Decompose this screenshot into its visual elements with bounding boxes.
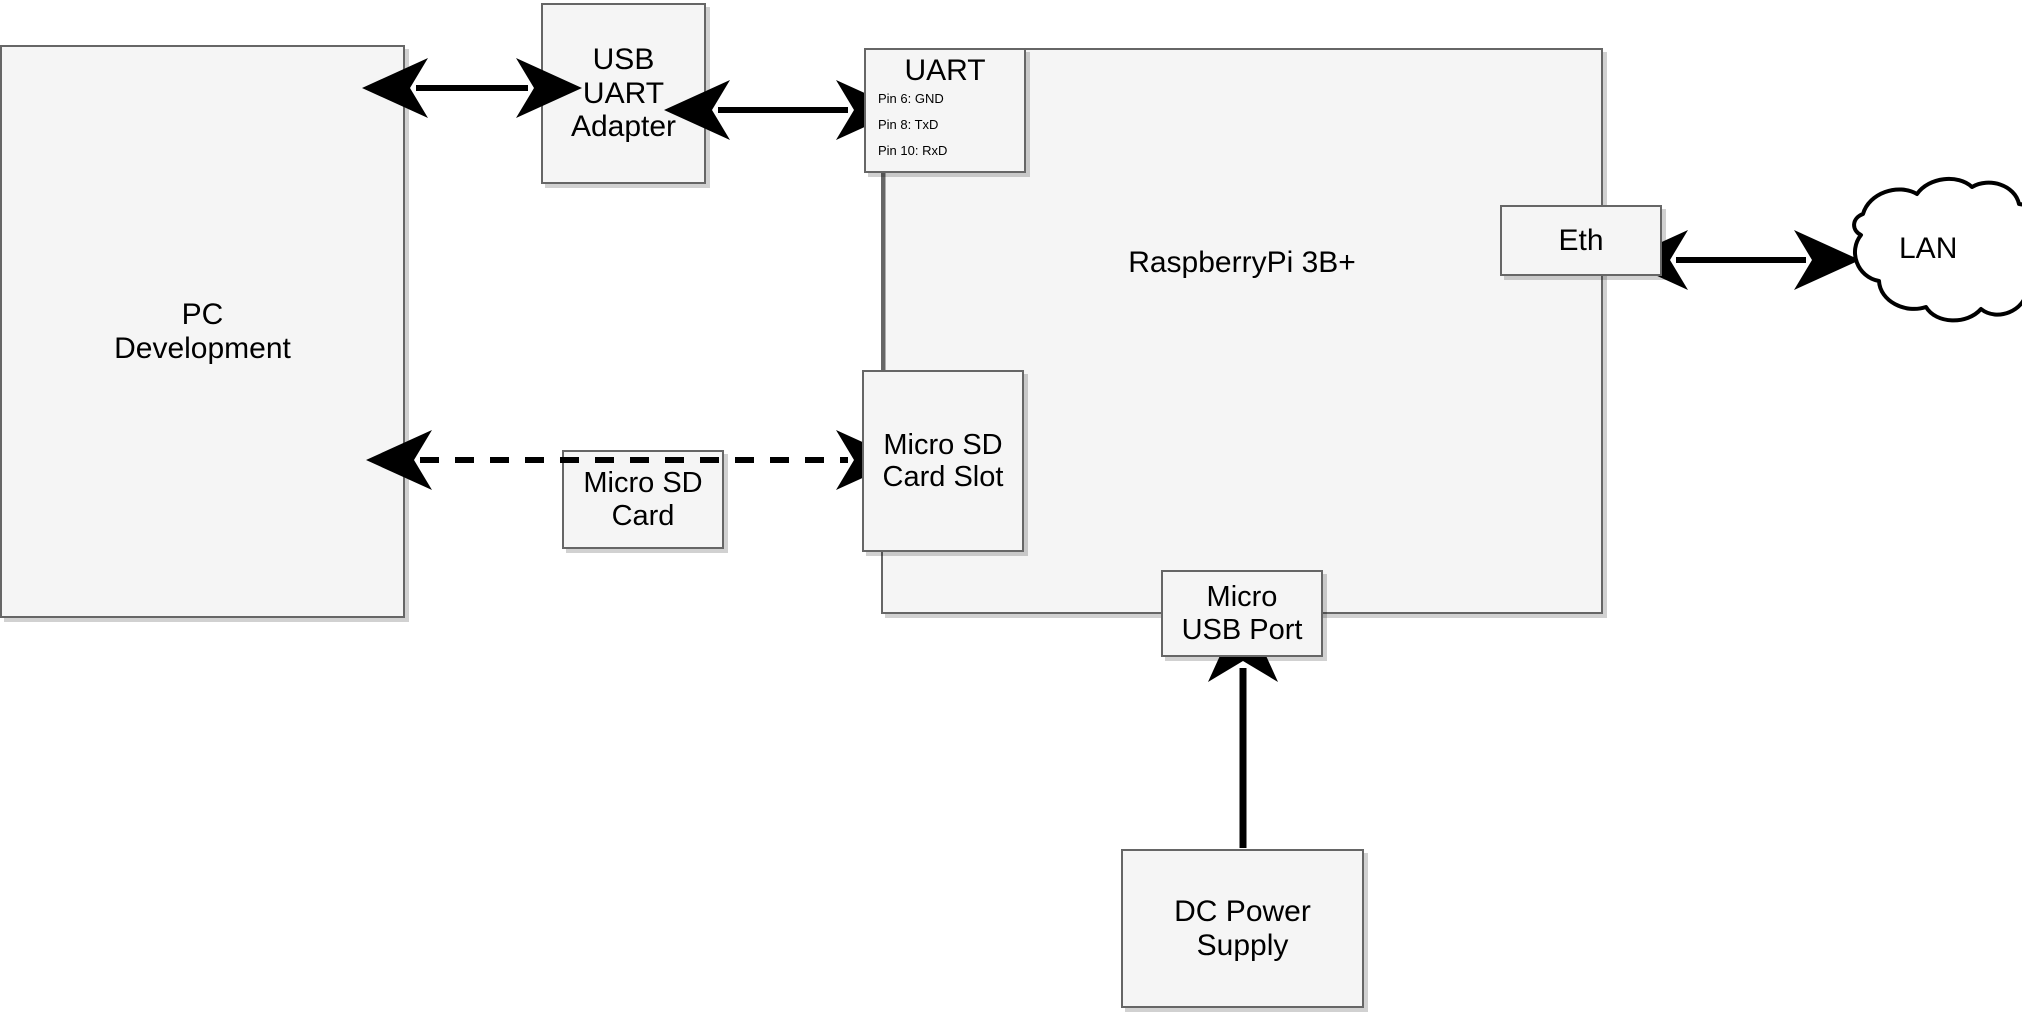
node-uart-pin-list: Pin 6: GND Pin 8: TxD Pin 10: RxD xyxy=(866,92,1024,157)
node-uart-pin-8: Pin 8: TxD xyxy=(878,117,939,132)
node-uart-pin-6: Pin 6: GND xyxy=(878,91,944,106)
node-lan-label: LAN xyxy=(1899,232,1958,265)
node-eth[interactable]: Eth xyxy=(1500,205,1662,276)
node-eth-label: Eth xyxy=(1558,223,1604,257)
node-uart-pin-10: Pin 10: RxD xyxy=(878,143,948,158)
node-uart[interactable]: UART Pin 6: GND Pin 8: TxD Pin 10: RxD xyxy=(864,48,1026,173)
diagram-canvas: PC Development USB UART Adapter Raspberr… xyxy=(0,0,2022,1018)
node-micro-usb-port[interactable]: Micro USB Port xyxy=(1161,570,1323,657)
node-micro-sd-card-slot[interactable]: Micro SD Card Slot xyxy=(862,370,1024,552)
node-micro-sd-card-slot-label: Micro SD Card Slot xyxy=(882,428,1004,493)
node-uart-title: UART xyxy=(904,54,986,87)
node-micro-usb-port-label: Micro USB Port xyxy=(1181,581,1303,646)
